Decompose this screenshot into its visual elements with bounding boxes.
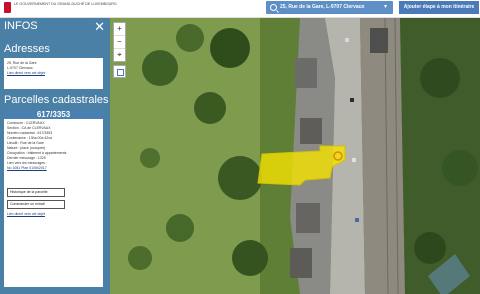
search-value: 25, Rue de la Gare, L-9707 Clervaux — [280, 4, 365, 10]
address-section-title: Adresses — [4, 43, 50, 55]
measurement-link[interactable]: No 1081 Plan 01/06/2017 — [7, 166, 47, 170]
parcel-fields: Commune : CLERVAUX Section : CA de CLERV… — [4, 119, 103, 166]
add-to-itinerary-button[interactable]: Ajouter étape à mon itinéraire — [399, 1, 479, 14]
panel-title: INFOS — [4, 20, 38, 32]
zoom-in-button[interactable]: + — [114, 23, 125, 36]
address-line-1: 25, Rue de la Gare — [7, 61, 37, 65]
info-panel: INFOS ✕ Adresses 25, Rue de la Gare L-97… — [0, 18, 110, 294]
order-extract-button[interactable]: Commander un extrait — [7, 200, 65, 209]
address-direct-link[interactable]: Lien direct vers cet objet — [7, 71, 45, 75]
parcel-number: 617/3353 — [4, 110, 103, 119]
parcel-history-button[interactable]: Historique de la parcelle — [7, 188, 65, 197]
fullscreen-button[interactable] — [113, 65, 126, 78]
zoom-controls: + − ⌖ — [113, 22, 126, 62]
close-icon[interactable]: ✕ — [94, 19, 105, 35]
fullscreen-icon — [117, 69, 124, 76]
parcels-section-title: Parcelles cadastrales — [4, 94, 109, 106]
compass-icon[interactable]: ⌖ — [114, 49, 125, 61]
parcel-direct-link[interactable]: Lien direct vers cet objet — [7, 212, 45, 216]
government-logo[interactable] — [4, 2, 11, 13]
address-search[interactable]: 25, Rue de la Gare, L-9707 Clervaux ▾ — [266, 1, 393, 14]
chevron-down-icon[interactable]: ▾ — [384, 3, 387, 10]
zoom-out-button[interactable]: − — [114, 36, 125, 49]
parcel-box: 617/3353 Commune : CLERVAUX Section : CA… — [4, 110, 103, 287]
address-box: 25, Rue de la Gare L-9707 Clervaux Lien … — [4, 58, 103, 89]
logo-text: LE GOUVERNEMENT DU GRAND-DUCHÉ DE LUXEMB… — [14, 2, 117, 6]
search-icon — [270, 4, 277, 11]
top-bar: LE GOUVERNEMENT DU GRAND-DUCHÉ DE LUXEMB… — [0, 0, 480, 18]
